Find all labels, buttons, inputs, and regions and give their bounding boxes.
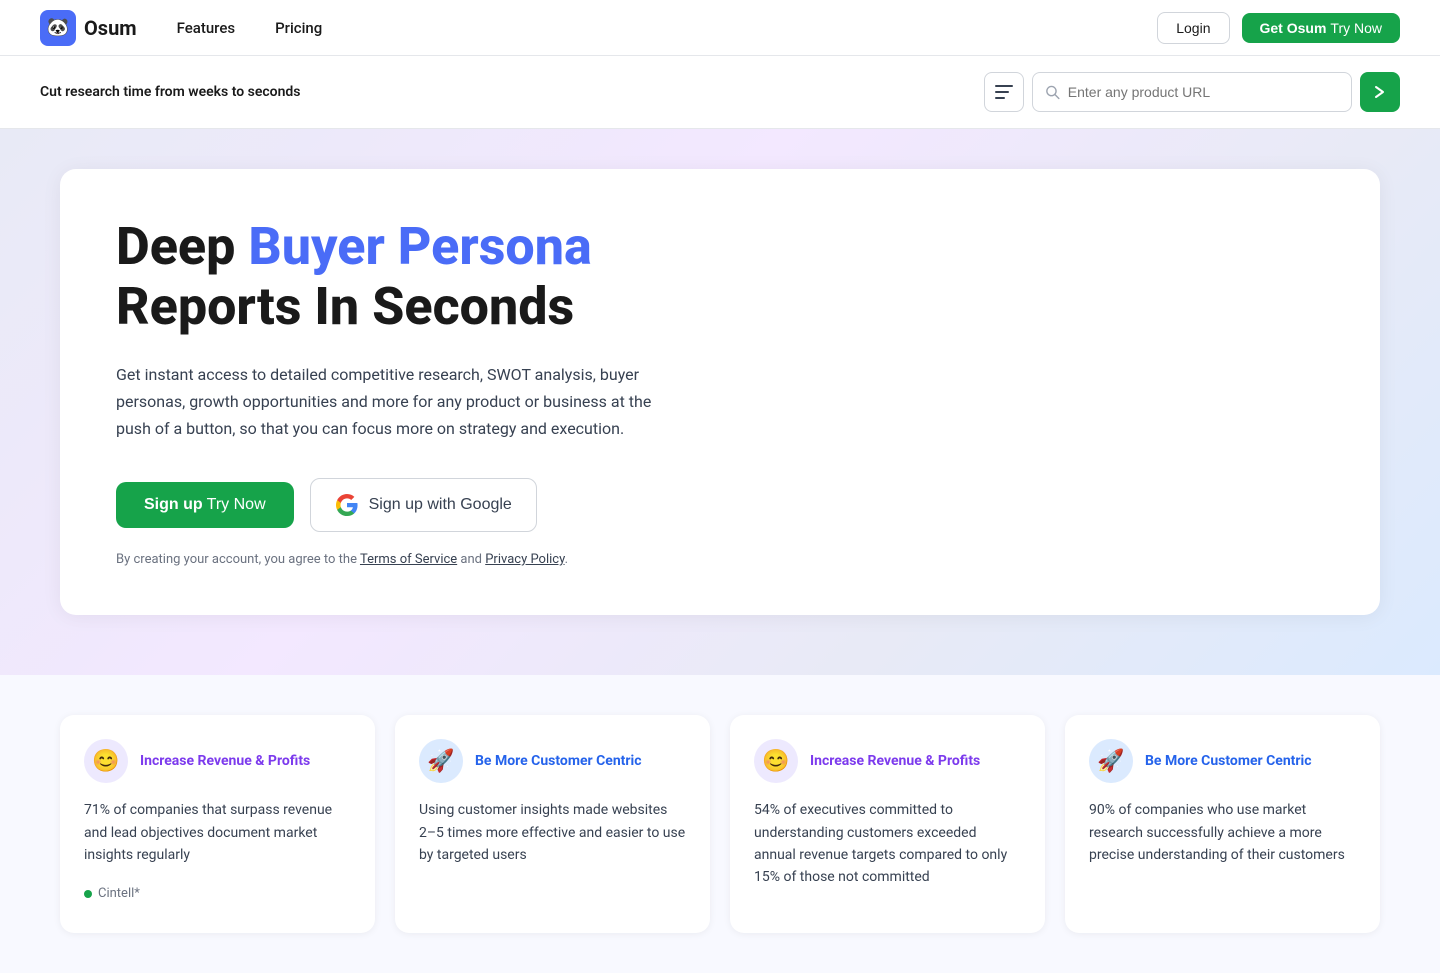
source-dot	[84, 890, 92, 898]
card-header: 🚀 Be More Customer Centric	[1089, 739, 1356, 783]
nav-pricing[interactable]: Pricing	[275, 19, 322, 37]
subheader: Cut research time from weeks to seconds	[0, 56, 1440, 129]
google-signup-label: Sign up with Google	[369, 496, 512, 514]
card-title: Be More Customer Centric	[475, 753, 642, 769]
hero-title-reports: Reports In Seconds	[116, 276, 574, 337]
login-button[interactable]: Login	[1157, 12, 1229, 44]
signup-google-button[interactable]: Sign up with Google	[310, 478, 537, 532]
card-icon: 🚀	[1089, 739, 1133, 783]
disclaimer-prefix: By creating your account, you agree to t…	[116, 552, 360, 567]
card-2: 🚀 Be More Customer Centric Using custome…	[395, 715, 710, 933]
get-osum-label: Get Osum	[1260, 20, 1327, 36]
card-body: 90% of companies who use market research…	[1089, 799, 1356, 866]
card-icon: 😊	[84, 739, 128, 783]
card-source: Cintell*	[84, 886, 351, 901]
card-icon: 😊	[754, 739, 798, 783]
arrow-right-icon	[1372, 84, 1388, 100]
card-4: 🚀 Be More Customer Centric 90% of compan…	[1065, 715, 1380, 933]
hero-title-deep: Deep	[116, 216, 248, 277]
bottom-section: 😊 Increase Revenue & Profits 71% of comp…	[0, 675, 1440, 973]
search-go-button[interactable]	[1360, 72, 1400, 112]
filter-button[interactable]	[984, 72, 1024, 112]
hero-title-buyer-persona: Buyer Persona	[248, 216, 591, 277]
source-text: Cintell*	[98, 886, 140, 901]
nav-left: 🐼 Osum Features Pricing	[40, 10, 322, 46]
card-icon: 🚀	[419, 739, 463, 783]
try-now-label: Try Now	[1330, 20, 1382, 36]
card-1: 😊 Increase Revenue & Profits 71% of comp…	[60, 715, 375, 933]
card-3: 😊 Increase Revenue & Profits 54% of exec…	[730, 715, 1045, 933]
hero-subtitle: Get instant access to detailed competiti…	[116, 361, 656, 443]
card-header: 😊 Increase Revenue & Profits	[84, 739, 351, 783]
search-input-wrap	[1032, 72, 1352, 112]
get-osum-button[interactable]: Get Osum Try Now	[1242, 13, 1401, 43]
hero-title: Deep Buyer Persona Reports In Seconds	[116, 217, 1324, 337]
card-title: Be More Customer Centric	[1145, 753, 1312, 769]
card-body: 71% of companies that surpass revenue an…	[84, 799, 351, 866]
search-input[interactable]	[1068, 84, 1339, 100]
card-body: 54% of executives committed to understan…	[754, 799, 1021, 889]
nav-features[interactable]: Features	[177, 19, 235, 37]
disclaimer-suffix: .	[565, 552, 568, 567]
card-body: Using customer insights made websites 2–…	[419, 799, 686, 866]
signup-label: Sign up	[144, 496, 203, 514]
logo[interactable]: 🐼 Osum	[40, 10, 137, 46]
card-header: 🚀 Be More Customer Centric	[419, 739, 686, 783]
cards-row: 😊 Increase Revenue & Profits 71% of comp…	[60, 715, 1380, 933]
search-area	[984, 72, 1400, 112]
card-title: Increase Revenue & Profits	[810, 753, 980, 769]
card-header: 😊 Increase Revenue & Profits	[754, 739, 1021, 783]
hero-card: Deep Buyer Persona Reports In Seconds Ge…	[60, 169, 1380, 615]
logo-icon: 🐼	[40, 10, 76, 46]
google-icon	[335, 493, 359, 517]
hero-section: Deep Buyer Persona Reports In Seconds Ge…	[0, 129, 1440, 675]
search-icon	[1045, 84, 1060, 100]
and-text: and	[457, 552, 485, 567]
hero-buttons: Sign up Try Now Sign up with Google	[116, 478, 1324, 532]
navbar: 🐼 Osum Features Pricing Login Get Osum T…	[0, 0, 1440, 56]
signup-now-button[interactable]: Sign up Try Now	[116, 482, 294, 528]
nav-right: Login Get Osum Try Now	[1157, 12, 1400, 44]
subheader-text: Cut research time from weeks to seconds	[40, 84, 301, 100]
privacy-link[interactable]: Privacy Policy	[485, 552, 564, 567]
tos-link[interactable]: Terms of Service	[360, 552, 457, 567]
card-title: Increase Revenue & Profits	[140, 753, 310, 769]
filter-icon	[995, 85, 1013, 99]
try-now-label: Try Now	[207, 496, 266, 514]
hero-disclaimer: By creating your account, you agree to t…	[116, 552, 1324, 567]
logo-text: Osum	[84, 16, 137, 40]
